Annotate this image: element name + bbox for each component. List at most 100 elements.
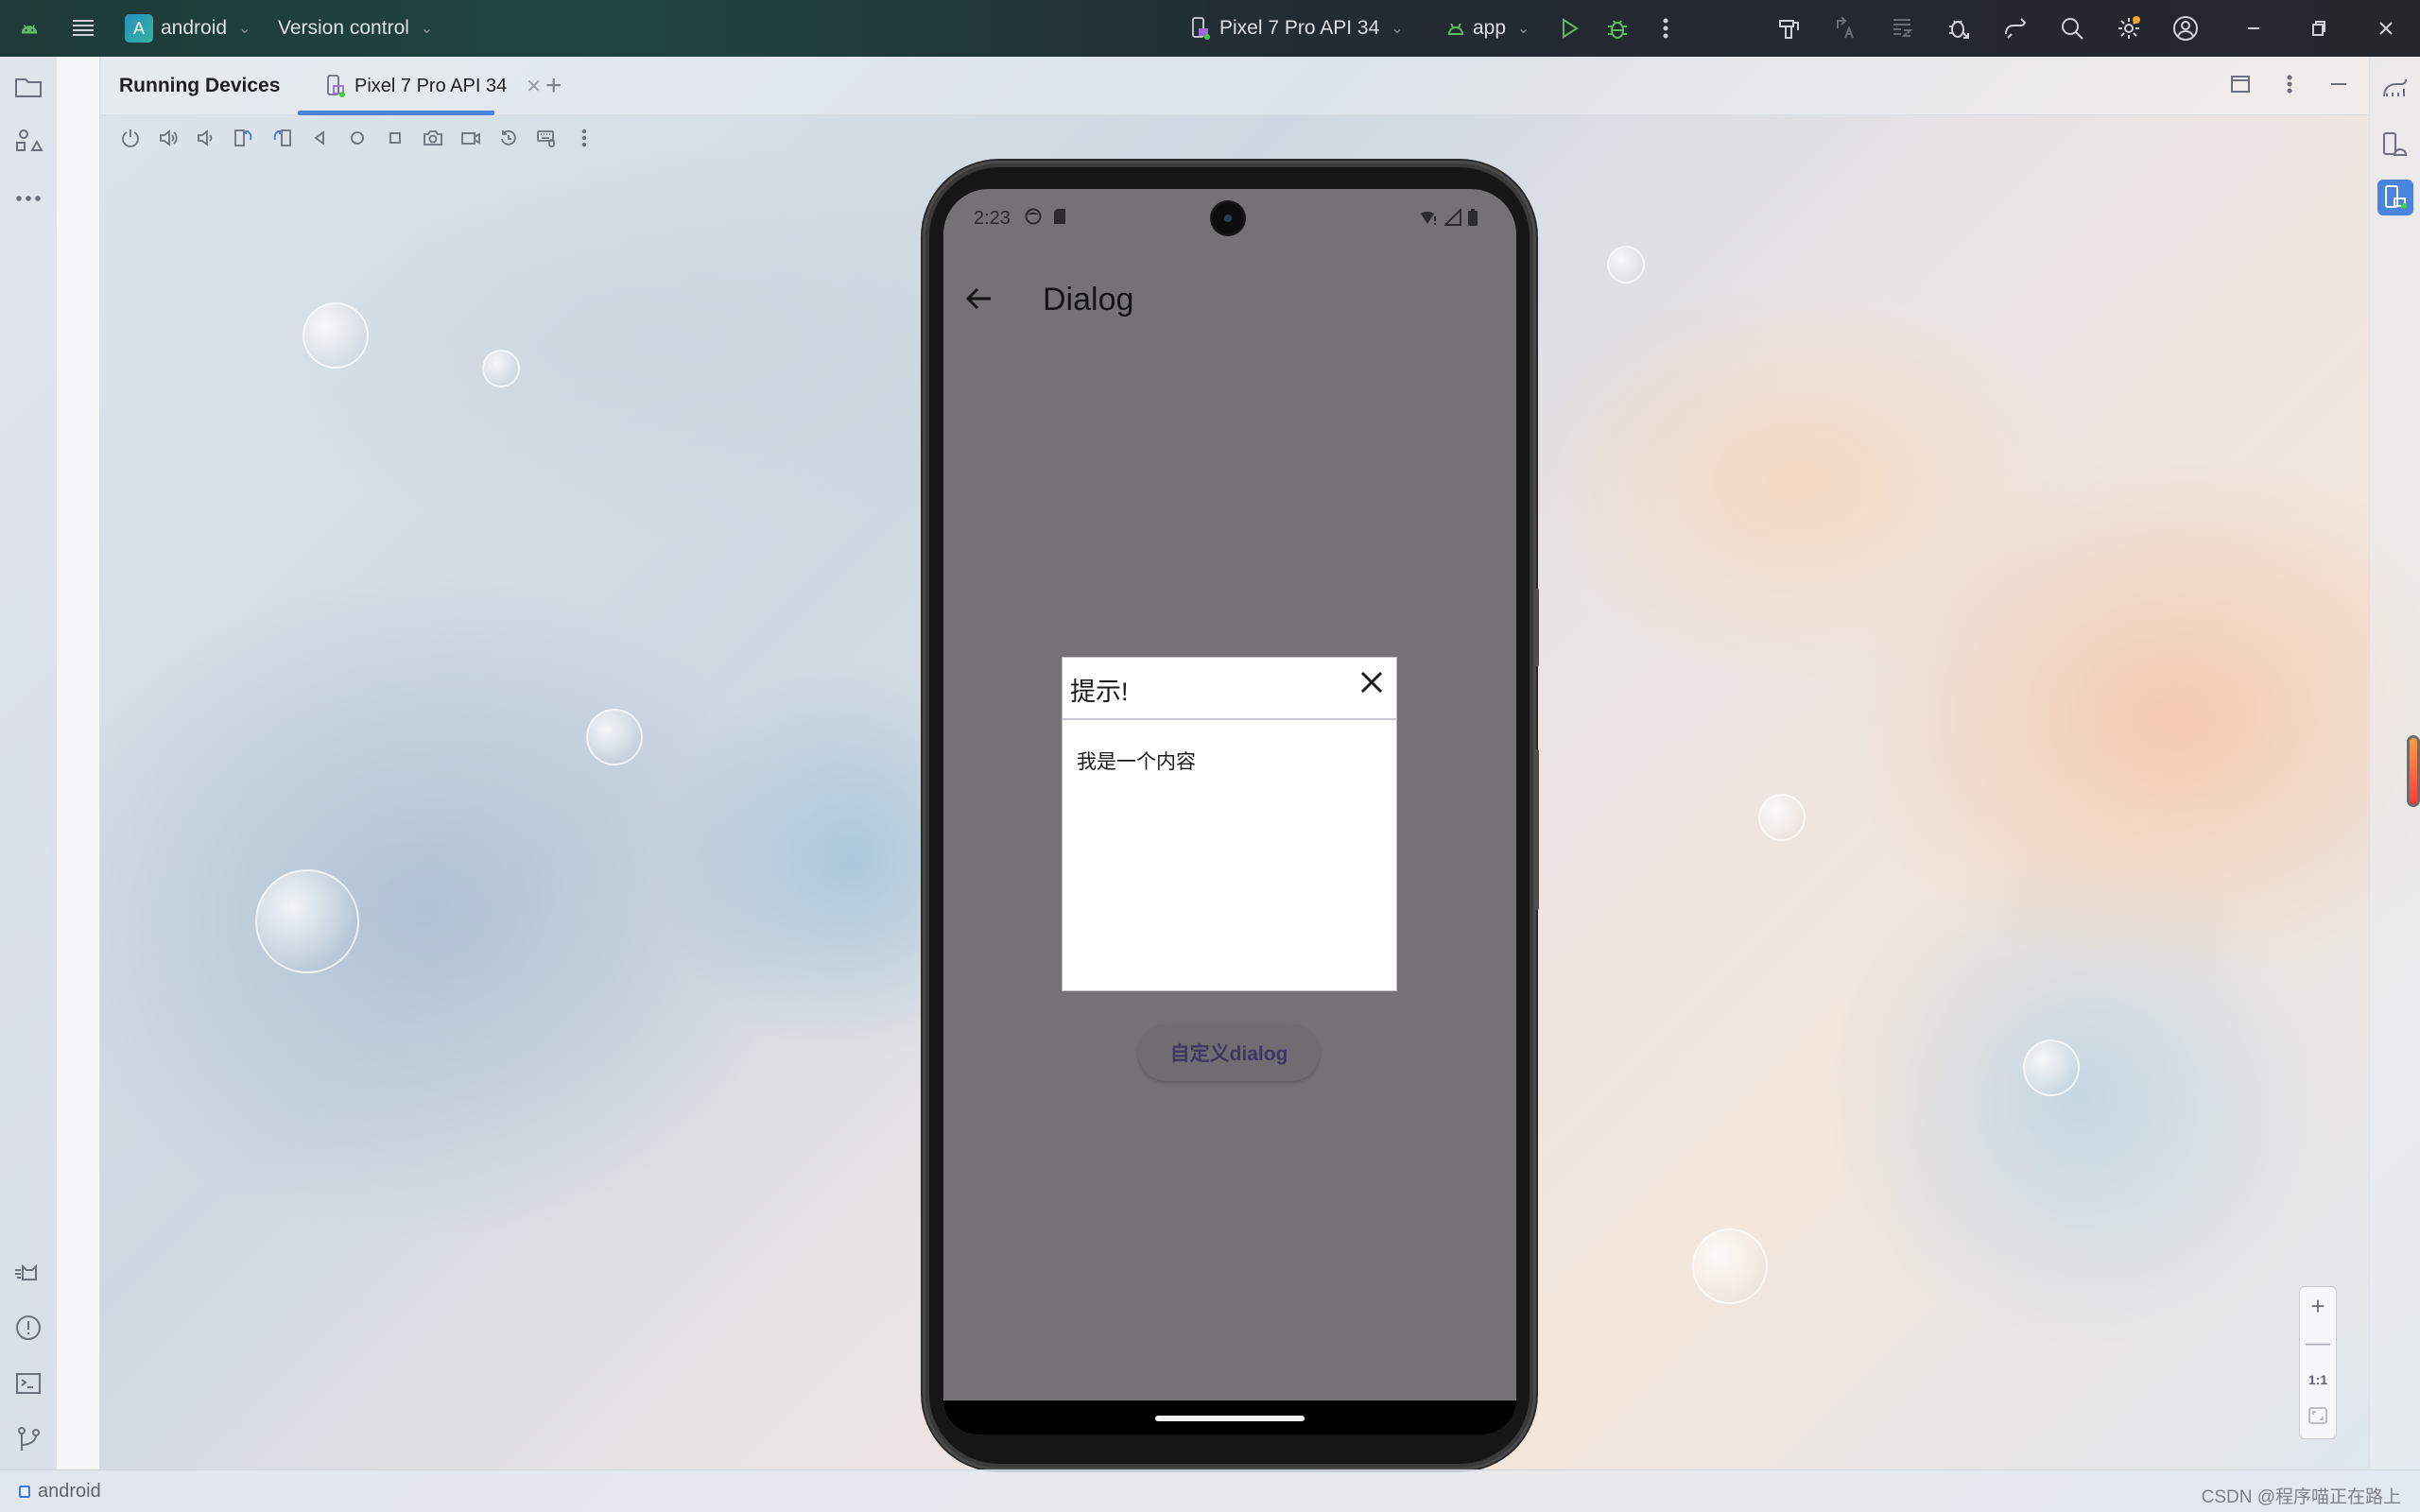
tab-label: Pixel 7 Pro API 34 [354,75,508,96]
project-selector[interactable]: A android ⌄ [125,0,251,57]
rotate-left-button[interactable] [232,126,256,150]
tab-pixel-7-pro[interactable]: Pixel 7 Pro API 34 ✕ [317,57,551,115]
more-actions-button[interactable] [1651,13,1681,43]
more-tool-windows-button[interactable] [13,183,43,214]
account-button[interactable] [2170,13,2201,43]
zoom-in-button[interactable]: + [2300,1289,2336,1323]
app-bar: Dialog [943,249,1516,355]
volume-down-button[interactable] [194,126,218,150]
run-config-selector[interactable]: app ⌄ [1446,0,1530,57]
status-project-breadcrumb[interactable]: android [19,1481,101,1503]
custom-dialog: 提示! 我是一个内容 [1062,657,1397,991]
gear-icon [2118,16,2140,39]
window-layout-button[interactable] [2229,73,2252,100]
video-icon [461,132,480,145]
back-button[interactable] [307,126,332,150]
debug-button[interactable] [1602,13,1633,43]
dialog-header: 提示! [1063,658,1396,720]
resource-manager-button[interactable] [13,127,43,157]
more-horizontal-icon [16,196,41,201]
dialog-title: 提示! [1070,678,1129,706]
terminal-icon [16,1373,41,1394]
reset-button[interactable] [496,126,521,150]
custom-dialog-button[interactable]: 自定义dialog [1138,1024,1320,1081]
app-bar-title: Dialog [1043,282,1134,318]
device-icon [1192,17,1210,40]
screen-record-button[interactable] [458,126,483,150]
power-icon [122,129,139,147]
back-triangle-icon [314,130,324,146]
navigate-back-button[interactable] [964,284,994,314]
device-manager-button[interactable] [2377,127,2413,163]
phone-power-key[interactable] [1533,589,1539,666]
phone-volume-key[interactable] [1533,749,1539,910]
hide-tool-window-button[interactable] [2327,73,2350,100]
emulator-toolbar [118,123,596,153]
watermark-text: CSDN @程序喵正在路上 [2201,1487,2401,1507]
front-camera [1210,200,1246,236]
rotate-left-icon [234,129,252,146]
chevron-down-icon: ⌄ [238,21,251,37]
user-icon [2173,16,2198,41]
gesture-nav-bar [943,1400,1516,1435]
module-icon [19,1486,30,1498]
run-button[interactable] [1554,13,1584,43]
version-control-label: Version control [278,17,409,39]
device-screen[interactable]: 2:23 Dialog 自定义dialog 提示! 我是一个内容 [943,189,1516,1435]
zoom-controls: + — 1:1 [2299,1286,2337,1439]
zoom-actual-size-button[interactable]: 1:1 [2300,1363,2336,1397]
power-button[interactable] [118,126,143,150]
terminal-button[interactable] [13,1368,43,1399]
home-gesture-handle[interactable] [1155,1416,1305,1421]
close-tab-icon[interactable]: ✕ [526,75,542,98]
gradle-button[interactable] [2377,70,2413,106]
dialog-close-button[interactable] [1357,667,1387,697]
arrow-left-icon [965,287,991,310]
device-selector[interactable]: Pixel 7 Pro API 34 ⌄ [1191,0,1404,57]
logcat-icon [15,1263,37,1280]
tool-window-title: Running Devices [119,75,281,96]
ide-status-bar: android CSDN @程序喵正在路上 [0,1469,2420,1512]
left-panel-gutter [57,57,100,1469]
hammer-icon [1779,20,1799,39]
rotate-right-button[interactable] [269,126,294,150]
overview-square-icon [389,132,401,144]
add-device-tab-button[interactable]: + [545,70,562,102]
home-button[interactable] [345,126,370,150]
minimize-icon [2331,82,2346,85]
zoom-fit-button[interactable] [2300,1399,2336,1433]
tool-window-options-button[interactable] [2278,73,2301,100]
bug-icon [1608,20,1627,39]
device-selector-label: Pixel 7 Pro API 34 [1219,17,1380,39]
apply-code-icon [1893,19,1913,37]
apply-code-changes-button[interactable] [1887,13,1917,43]
gradle-sync-button[interactable] [2000,13,2031,43]
logcat-button[interactable] [13,1257,43,1287]
apply-changes-button[interactable] [1830,13,1860,43]
close-window-button[interactable] [2371,13,2401,43]
attach-debugger-button[interactable] [1944,13,1974,43]
device-manager-icon [2383,132,2408,156]
settings-button[interactable] [2114,13,2144,43]
android-app-icon [1447,23,1464,35]
restore-window-button[interactable] [2303,13,2333,43]
version-control-button[interactable] [13,1424,43,1454]
screenshot-button[interactable] [421,126,445,150]
running-devices-button[interactable] [2377,180,2413,215]
volume-up-button[interactable] [156,126,181,150]
build-button[interactable] [1774,13,1805,43]
problems-button[interactable] [13,1313,43,1343]
notification-face-icon [1025,208,1042,225]
reset-icon [501,129,516,146]
version-control-menu[interactable]: Version control ⌄ [278,0,433,57]
overview-button[interactable] [383,126,407,150]
keyboard-mouse-button[interactable] [534,126,559,150]
search-button[interactable] [2057,13,2087,43]
project-tool-button[interactable] [13,72,43,102]
memory-indicator[interactable] [2407,735,2420,807]
emulator-more-button[interactable] [572,126,596,150]
main-menu-button[interactable] [70,0,96,57]
zoom-out-button[interactable]: — [2300,1325,2336,1359]
camera-icon [424,130,442,146]
minimize-window-button[interactable] [2238,13,2269,43]
